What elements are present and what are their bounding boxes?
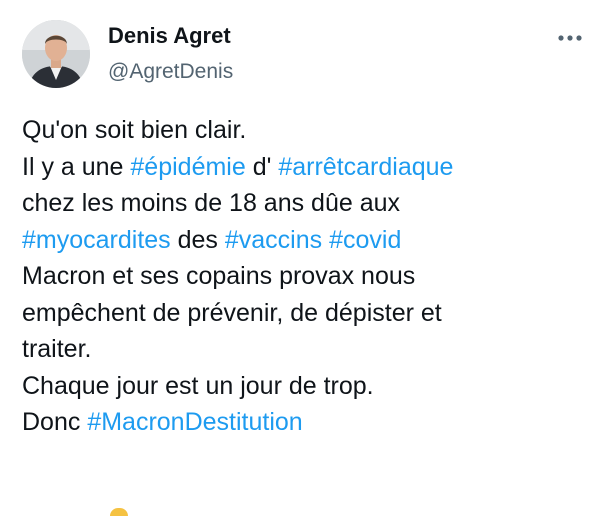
text-segment: Chaque jour est un jour de trop. — [22, 371, 374, 400]
text-line: chez les moins de 18 ans dûe aux — [22, 185, 582, 222]
text-segment: Macron et ses copains provax nous — [22, 262, 416, 290]
text-segment: empêchent de prévenir, de dépister et — [22, 298, 442, 327]
cropped-emoji — [110, 508, 128, 516]
hashtag-link[interactable]: #arrêtcardiaque — [278, 153, 453, 181]
text-segment: d' — [245, 152, 279, 181]
text-line: Qu'on soit bien clair. — [22, 112, 582, 149]
text-line: #myocardites des #vaccins #covid — [22, 222, 582, 259]
author-handle[interactable]: @AgretDenis — [108, 57, 233, 87]
hashtag-link[interactable]: #vaccins — [225, 226, 322, 254]
more-options-icon[interactable] — [556, 24, 584, 52]
text-line: Chaque jour est un jour de trop. — [22, 368, 582, 405]
text-line: Donc #MacronDestitution — [22, 404, 582, 441]
text-segment: des — [170, 225, 225, 254]
text-line: empêchent de prévenir, de dépister et — [22, 295, 582, 332]
hashtag-link[interactable]: #épidémie — [130, 153, 245, 181]
text-line: traiter. — [22, 331, 582, 368]
text-segment: traiter. — [22, 335, 92, 363]
avatar[interactable] — [22, 20, 90, 88]
text-segment: Donc — [22, 408, 88, 436]
text-line: Il y a une #épidémie d' #arrêtcardiaque — [22, 149, 582, 186]
text-segment: chez les moins de 18 ans dûe aux — [22, 189, 401, 217]
hashtag-link[interactable]: #MacronDestitution — [87, 408, 302, 436]
text-line: Macron et ses copains provax nous — [22, 258, 582, 295]
profile-photo-icon — [22, 20, 90, 88]
text-segment: Il y a une — [22, 152, 131, 181]
text-segment: Qu'on soit bien clair. — [22, 116, 247, 144]
hashtag-link[interactable]: #covid — [329, 226, 401, 254]
tweet-card: Denis Agret @AgretDenis Qu'on soit bien … — [0, 0, 593, 516]
hashtag-link[interactable]: #myocardites — [22, 226, 171, 254]
author-name[interactable]: Denis Agret — [108, 21, 231, 51]
tweet-text: Qu'on soit bien clair. Il y a une #épidé… — [22, 112, 582, 441]
